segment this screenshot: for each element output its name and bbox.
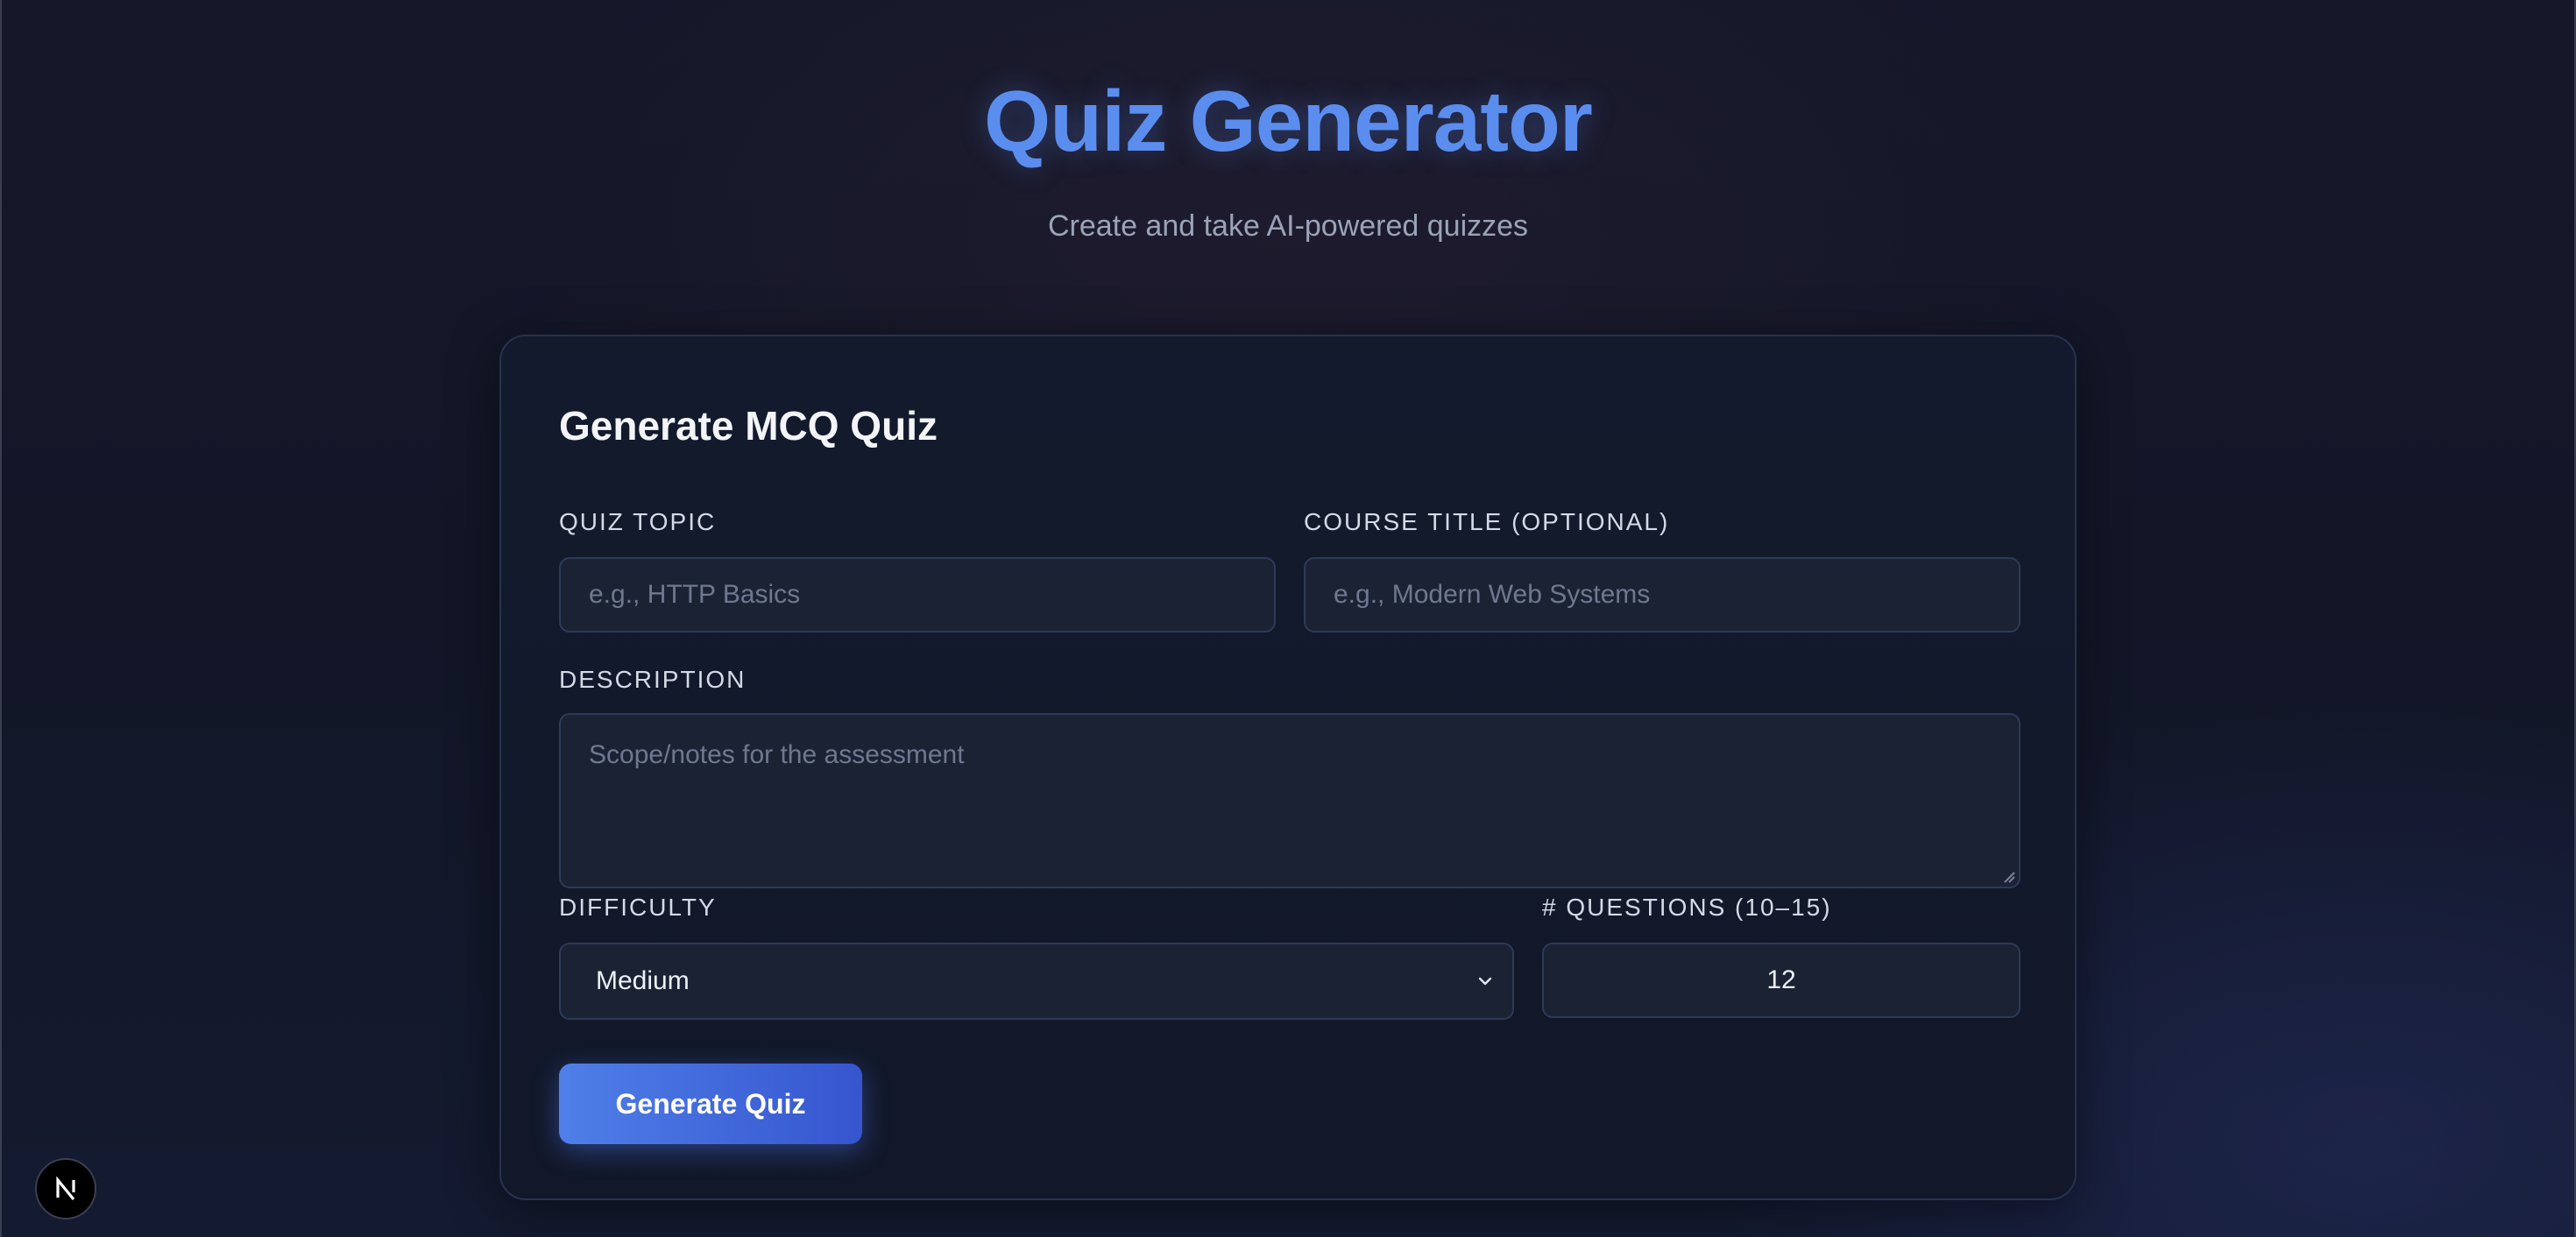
question-count-input[interactable]: 12 bbox=[1542, 943, 2020, 1018]
generate-quiz-button[interactable]: Generate Quiz bbox=[559, 1064, 862, 1144]
page-subtitle: Create and take AI-powered quizzes bbox=[1047, 209, 1529, 243]
chevron-down-icon bbox=[1478, 977, 1492, 986]
nextjs-devtools-button[interactable] bbox=[35, 1158, 96, 1219]
difficulty-label: DIFFICULTY bbox=[559, 894, 717, 921]
form-title: Generate MCQ Quiz bbox=[559, 403, 938, 449]
difficulty-selected-value: Medium bbox=[596, 966, 690, 995]
description-label: DESCRIPTION bbox=[559, 666, 747, 693]
question-count-label: # QUESTIONS (10–15) bbox=[1542, 894, 1832, 921]
description-textarea[interactable] bbox=[559, 713, 2020, 888]
nextjs-icon bbox=[56, 1176, 75, 1201]
quiz-topic-label: QUIZ TOPIC bbox=[559, 508, 717, 535]
quiz-form-card: Generate MCQ Quiz QUIZ TOPIC COURSE TITL… bbox=[499, 335, 2077, 1200]
page-title: Quiz Generator bbox=[984, 73, 1593, 169]
quiz-topic-input[interactable] bbox=[559, 557, 1276, 633]
question-count-value: 12 bbox=[1766, 965, 1796, 994]
difficulty-select[interactable]: Medium bbox=[559, 943, 1514, 1020]
course-title-input[interactable] bbox=[1304, 557, 2020, 633]
course-title-label: COURSE TITLE (OPTIONAL) bbox=[1304, 508, 1670, 535]
resize-handle-icon[interactable] bbox=[2001, 869, 2015, 883]
